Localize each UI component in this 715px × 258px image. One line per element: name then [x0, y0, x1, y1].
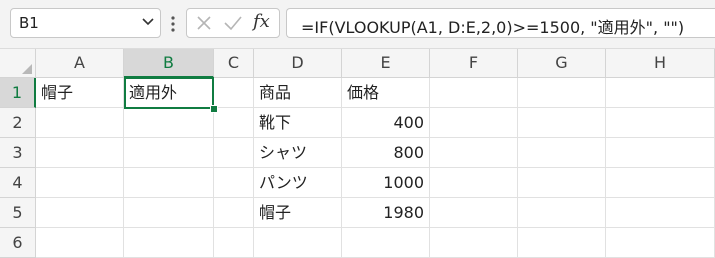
cell-b3[interactable] [124, 138, 214, 168]
cell-e5[interactable]: 1980 [342, 198, 430, 228]
cell-b4[interactable] [124, 168, 214, 198]
cell-h4[interactable] [606, 168, 715, 198]
column-header-a[interactable]: A [36, 49, 124, 78]
cell-d3[interactable]: シャツ [254, 138, 342, 168]
cell-e6[interactable] [342, 228, 430, 258]
cell-b2[interactable] [124, 108, 214, 138]
cell-c6[interactable] [214, 228, 254, 258]
cell-h1[interactable] [606, 78, 715, 108]
cell-h2[interactable] [606, 108, 715, 138]
column-header-b[interactable]: B [124, 49, 214, 78]
column-header-c[interactable]: C [214, 49, 254, 78]
formula-bar-area: B1 fx =IF(VLOOKUP(A1, D:E,2,0)>=1500, "適… [0, 0, 715, 49]
row-header-3[interactable]: 3 [0, 138, 36, 168]
row-header-5[interactable]: 5 [0, 198, 36, 228]
cell-f1[interactable] [430, 78, 518, 108]
name-box[interactable]: B1 [10, 8, 161, 38]
cell-a5[interactable] [36, 198, 124, 228]
cell-h3[interactable] [606, 138, 715, 168]
column-header-g[interactable]: G [518, 49, 606, 78]
cell-g2[interactable] [518, 108, 606, 138]
formula-input[interactable]: =IF(VLOOKUP(A1, D:E,2,0)>=1500, "適用外", "… [286, 8, 715, 38]
column-header-f[interactable]: F [430, 49, 518, 78]
cell-c5[interactable] [214, 198, 254, 228]
cell-b1[interactable]: 適用外 [124, 78, 214, 108]
cell-f6[interactable] [430, 228, 518, 258]
cell-g3[interactable] [518, 138, 606, 168]
cell-e3[interactable]: 800 [342, 138, 430, 168]
fill-handle[interactable] [210, 105, 218, 113]
cell-a6[interactable] [36, 228, 124, 258]
row-header-1[interactable]: 1 [0, 78, 36, 108]
more-options-icon[interactable] [170, 15, 176, 33]
cell-f3[interactable] [430, 138, 518, 168]
cell-c4[interactable] [214, 168, 254, 198]
cell-b6[interactable] [124, 228, 214, 258]
cell-f5[interactable] [430, 198, 518, 228]
cell-d1[interactable]: 商品 [254, 78, 342, 108]
insert-function-button[interactable]: fx [253, 11, 270, 32]
column-header-d[interactable]: D [254, 49, 342, 78]
cell-g6[interactable] [518, 228, 606, 258]
column-header-h[interactable]: H [606, 49, 715, 78]
cell-e1[interactable]: 価格 [342, 78, 430, 108]
select-all-triangle-icon [22, 64, 32, 74]
column-header-e[interactable]: E [342, 49, 430, 78]
cell-d2[interactable]: 靴下 [254, 108, 342, 138]
cell-g4[interactable] [518, 168, 606, 198]
cell-g5[interactable] [518, 198, 606, 228]
cell-f4[interactable] [430, 168, 518, 198]
cell-d5[interactable]: 帽子 [254, 198, 342, 228]
cell-c3[interactable] [214, 138, 254, 168]
cell-c1[interactable] [214, 78, 254, 108]
cell-e4[interactable]: 1000 [342, 168, 430, 198]
cell-c2[interactable] [214, 108, 254, 138]
cell-g1[interactable] [518, 78, 606, 108]
cancel-icon[interactable] [196, 15, 212, 31]
cell-a2[interactable] [36, 108, 124, 138]
cell-b5[interactable] [124, 198, 214, 228]
cell-d4[interactable]: パンツ [254, 168, 342, 198]
cell-a1[interactable]: 帽子 [36, 78, 124, 108]
cell-h6[interactable] [606, 228, 715, 258]
enter-check-icon[interactable] [223, 15, 243, 31]
cell-f2[interactable] [430, 108, 518, 138]
select-all-button[interactable] [0, 49, 36, 78]
cell-a4[interactable] [36, 168, 124, 198]
cell-h5[interactable] [606, 198, 715, 228]
name-box-value: B1 [19, 14, 39, 32]
cell-d6[interactable] [254, 228, 342, 258]
formula-actions: fx [186, 8, 280, 38]
cell-e2[interactable]: 400 [342, 108, 430, 138]
row-header-6[interactable]: 6 [0, 228, 36, 258]
chevron-down-icon[interactable] [142, 18, 154, 26]
cell-a3[interactable] [36, 138, 124, 168]
formula-text: =IF(VLOOKUP(A1, D:E,2,0)>=1500, "適用外", "… [301, 18, 685, 37]
row-header-2[interactable]: 2 [0, 108, 36, 138]
row-header-4[interactable]: 4 [0, 168, 36, 198]
